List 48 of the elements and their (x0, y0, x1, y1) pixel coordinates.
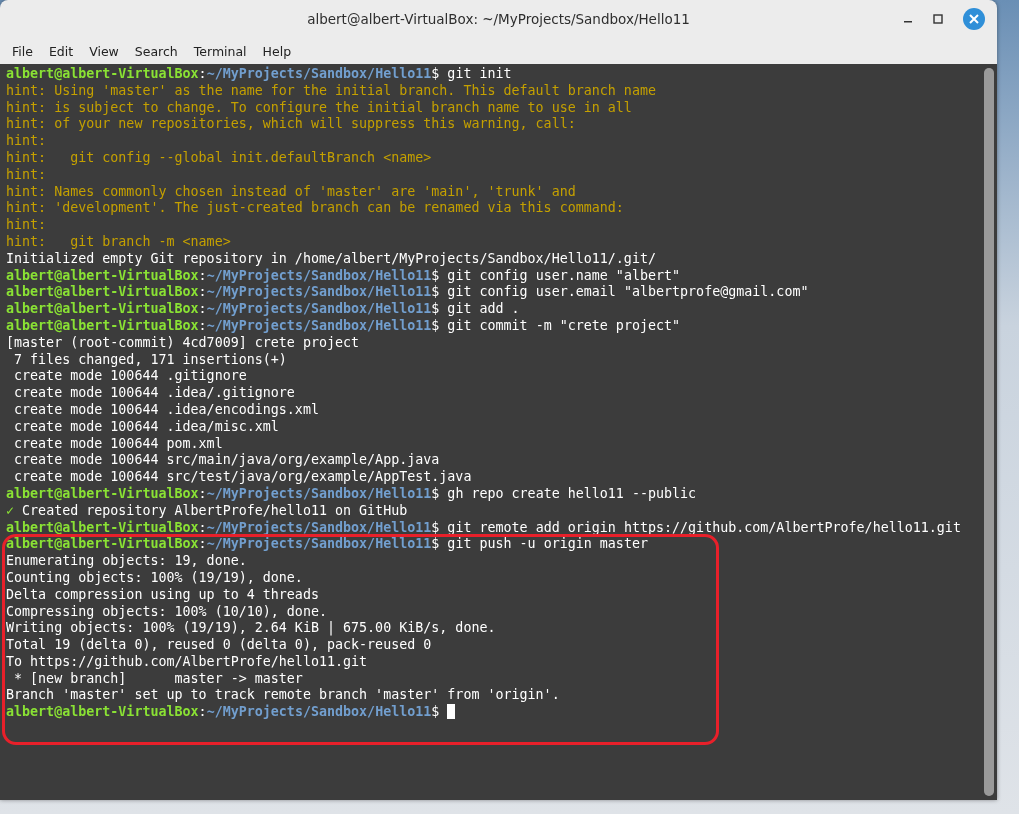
hint-line: hint: is subject to change. To configure the initial branch name to use in all (6, 99, 633, 117)
hint-line: hint: of your new repositories, which will suppress this warning, call: (6, 116, 577, 134)
menu-item[interactable]: File (4, 43, 41, 59)
menu-item[interactable]: Help (254, 43, 300, 59)
output-line: Writing objects: 100% (19/19), 2.64 KiB | 675.00 KiB/s, done. (6, 620, 497, 638)
output-line: To https://github.com/AlbertProfe/hello11.git (6, 653, 369, 671)
output-line: create mode 100644 src/main/java/org/example/App.java (13, 452, 441, 470)
output-line: Delta compression using up to 4 threads (6, 586, 320, 604)
output-line: Counting objects: 100% (19/19), done. (6, 569, 304, 587)
menu-item[interactable]: Edit (40, 43, 82, 59)
output-line: ✓ Created repository AlbertProfe/hello11 on GitHub (6, 502, 409, 520)
output-line: [master (root-commit) 4cd7009] crete project (6, 334, 361, 352)
prompt-line: albert@albert-VirtualBox:~/MyProjects/Sandbox/Hello11$ gh repo create hello11 --public (6, 485, 698, 503)
output-line: create mode 100644 .idea/encodings.xml (13, 401, 320, 419)
prompt-line: albert@albert-VirtualBox:~/MyProjects/Sandbox/Hello11$ git commit -m "crete project" (6, 317, 682, 335)
window-title: albert@albert-VirtualBox: ~/MyProjects/Sandbox/Hello11 (307, 11, 690, 27)
hint-line: hint: git branch -m <name> (6, 233, 232, 251)
menu-item[interactable]: Terminal (185, 43, 255, 59)
maximize-icon[interactable] (933, 14, 943, 24)
close-icon[interactable] (963, 8, 985, 30)
output-line: Compressing objects: 100% (10/10), done. (6, 603, 328, 621)
prompt-line: albert@albert-VirtualBox:~/MyProjects/Sandbox/Hello11$ (6, 704, 984, 722)
output-line: create mode 100644 src/test/java/org/example/AppTest.java (13, 469, 473, 486)
output-line: Initialized empty Git repository in /home/albert/MyProjects/Sandbox/Hello11/.git/ (6, 250, 657, 268)
output-line: create mode 100644 .gitignore (13, 368, 248, 386)
prompt-line: albert@albert-VirtualBox:~/MyProjects/Sandbox/Hello11$ git config user.email "albertprofe@gmail.com" (6, 284, 810, 301)
output-line: create mode 100644 .idea/misc.xml (13, 418, 280, 436)
menu-item[interactable]: View (81, 43, 127, 59)
hint-line: hint: 'development'. The just-created branch can be renamed via this command: (6, 200, 625, 218)
output-line: create mode 100644 pom.xml (13, 435, 224, 453)
output-line: Branch 'master' set up to track remote branch 'master' from 'origin'. (6, 687, 561, 704)
output-line: Enumerating objects: 19, done. (6, 553, 248, 570)
menu-item[interactable]: Search (126, 43, 186, 59)
hint-line: hint: git config --global init.defaultBranch <name> (6, 150, 433, 167)
output-line: * [new branch] master -> master (13, 670, 304, 688)
output-line: Total 19 (delta 0), reused 0 (delta 0), pack-reused 0 (6, 637, 433, 654)
prompt-line: albert@albert-VirtualBox:~/MyProjects/Sandbox/Hello11$ git add . (6, 301, 521, 318)
hint-line: hint: (6, 166, 48, 184)
hint-line: hint: Names commonly chosen instead of 'master' are 'main', 'trunk' and (6, 183, 577, 201)
scrollbar[interactable] (984, 68, 994, 796)
hint-line: hint: Using 'master' as the name for the initial branch. This default branch name (6, 82, 657, 100)
prompt-line: albert@albert-VirtualBox:~/MyProjects/Sandbox/Hello11$ git config user.name "albert" (6, 267, 682, 284)
hint-line: hint: (6, 217, 48, 234)
output-line: create mode 100644 .idea/.gitignore (13, 385, 296, 402)
prompt-line: albert@albert-VirtualBox:~/MyProjects/Sandbox/Hello11$ git init (6, 66, 513, 83)
prompt-line: albert@albert-VirtualBox:~/MyProjects/Sandbox/Hello11$ git push -u origin master (6, 536, 649, 554)
hint-line: hint: (6, 133, 48, 150)
output-line: 7 files changed, 171 insertions(+) (13, 351, 288, 369)
